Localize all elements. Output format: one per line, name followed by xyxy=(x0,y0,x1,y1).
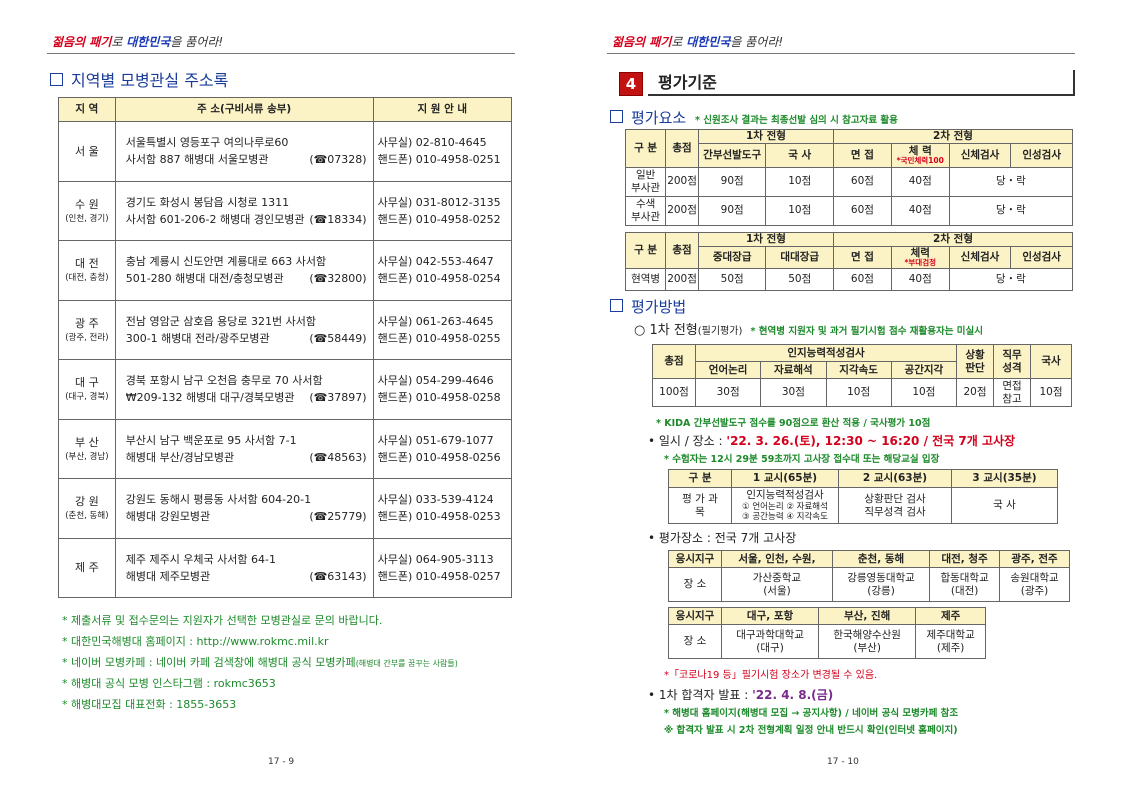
test-period-table: 구 분 1 교시(65분) 2 교시(63분) 3 교시(35분) 평 가 과 … xyxy=(668,469,1058,524)
announce-note: * 해병대 홈페이지(해병대 모집 → 공지사항) / 네이버 공식 모병카페 … xyxy=(664,708,959,719)
col-header: 간부선발도구 xyxy=(697,142,767,168)
venue-table-1: 응시지구 서울, 인천, 수원, 춘천, 동해 대전, 청주 광주, 전주 장 … xyxy=(668,550,1070,602)
phase1-note: * 현역병 지원자 및 과거 필기시험 점수 재활용자는 미실시 xyxy=(750,326,983,337)
eval-table-officer: 구 분 총점 1차 전형 2차 전형 간부선발도구 국 사 면 접 체 력 *국민… xyxy=(624,129,1074,226)
table-row: 장 소 가산중학교 (서울) 강릉영동대학교 (강릉) 합동대학교 (대전) 송원대학… xyxy=(668,567,1070,602)
kida-note: * KIDA 간부선발도구 점수를 90점으로 환산 적용 / 국사평가 10점 xyxy=(656,418,931,429)
announce-line: • 1차 합격자 발표 : '22. 4. 8.(금) xyxy=(648,688,834,702)
section-title: 평가기준 xyxy=(648,70,1075,96)
table-row: 평 가 과 목 인지능력적성검사 ① 언어논리 ② 자료해석 ③ 공간능력 ④ 지각… xyxy=(668,487,1058,524)
page-number: 17 - 10 xyxy=(827,757,859,767)
col-header: 인성검사 xyxy=(1010,142,1073,168)
page-header: 젊음의 패기로 대한민국을 품어라! xyxy=(612,35,784,49)
eval-elements-note: * 신원조사 결과는 최종선발 심의 시 참고자료 활용 xyxy=(694,115,898,126)
table-row: 장 소 대구과학대학교 (대구) 한국해양수산원 (부산) 제주대학교 (제주) xyxy=(668,624,986,659)
eval-method-title: 평가방법 xyxy=(610,296,686,317)
col-header: 국 사 xyxy=(765,142,834,168)
col-header-sub: *국민체력100 xyxy=(896,155,944,165)
table-row: 수색 부사관 200점 90점 10점 60점 40점 당・락 xyxy=(624,195,1074,226)
written-test-table: 총점 인지능력적성검사 상황판단 직무성격 국사 언어논리 자료해석 지각속도 … xyxy=(652,344,1072,407)
checkbox-square-icon xyxy=(610,110,623,123)
header-divider xyxy=(607,53,1075,54)
col-header: 1차 전형 xyxy=(697,129,835,144)
eval-elements-title: 평가요소 * 신원조사 결과는 최종선발 심의 시 참고자료 활용 xyxy=(610,107,898,128)
col-header: 면 접 xyxy=(833,142,892,168)
table-row: 현역병 200점 50점 50점 60점 40점 당・락 xyxy=(624,267,1074,291)
right-page: 젊음의 패기로 대한민국을 품어라! 4 평가기준 평가요소 * 신원조사 결과… xyxy=(0,0,1121,793)
table-row: 일반 부사관 200점 90점 10점 60점 40점 당・락 xyxy=(624,166,1074,197)
col-header: 신체검사 xyxy=(948,142,1012,168)
col-header: 구 분 xyxy=(624,129,667,168)
venue-table-2: 응시지구 대구, 포항 부산, 진해 제주 장 소 대구과학대학교 (대구) 한국… xyxy=(668,607,986,659)
covid-note: *「코로나19 등」필기시험 장소가 변경될 수 있음. xyxy=(664,670,878,681)
eval-table-soldier: 구 분 총점 1차 전형 2차 전형 중대장급 대대장급 면 접 체력 *부대검정… xyxy=(624,232,1074,291)
col-header: 2차 전형 xyxy=(833,129,1073,144)
section-number-badge: 4 xyxy=(619,72,643,96)
col-header: 총점 xyxy=(665,129,699,168)
entry-note: * 수험자는 12시 29분 59초까지 고사장 접수대 또는 해당교실 입장 xyxy=(664,454,940,465)
venue-label: • 평가장소 : 전국 7개 고사장 xyxy=(648,531,797,545)
table-row: 100점 30점 30점 10점 10점 20점 면접참고 10점 xyxy=(652,378,1072,407)
phase1-heading: ○ 1차 전형(필기평가) * 현역병 지원자 및 과거 필기시험 점수 재활용… xyxy=(634,323,983,338)
announce-note: ※ 합격자 발표 시 2차 전형계획 일정 안내 반드시 확인(인터넷 홈페이지… xyxy=(664,725,958,736)
checkbox-square-icon xyxy=(610,299,623,312)
schedule-line: • 일시 / 장소 : '22. 3. 26.(토), 12:30 ~ 16:2… xyxy=(648,434,1016,448)
